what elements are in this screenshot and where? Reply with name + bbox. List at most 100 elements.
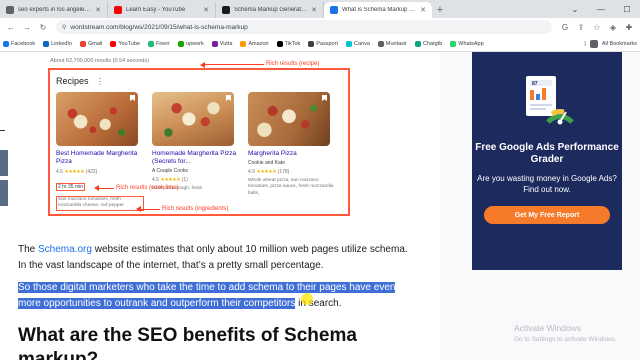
bookmark-facebook[interactable]: Facebook [3,40,36,47]
tab-learn-easy[interactable]: Learn Easy - YouTube ✕ [108,2,216,18]
fiverr-icon [147,40,154,47]
results-count: About 62,700,000 results (0.54 seconds) [50,58,150,64]
divider [0,130,5,131]
right-sidebar: 87 Free Google Ads Performance Grader Ar… [440,52,640,360]
bookmark-passport[interactable]: Passport [308,40,338,47]
bookmark-star-icon[interactable]: ☆ [590,20,604,34]
share-icon[interactable]: ⇪ [574,20,588,34]
bookmark-amazon[interactable]: Amazon [240,40,269,47]
browser-toolbar: ← → ↻ ⚲ wordstream.com/blog/ws/2021/09/1… [0,18,640,36]
tab-strip: seo experts in los angeles & tiktok ✕ Le… [0,0,640,18]
bookmark-gmail[interactable]: Gmail [79,40,103,47]
ad-subtitle: Are you wasting money in Google Ads? Fin… [477,174,617,194]
all-bookmarks[interactable]: | All Bookmarks [584,39,637,48]
schema-org-link[interactable]: Schema.org [38,244,92,255]
ad-banner[interactable]: 87 Free Google Ads Performance Grader Ar… [472,52,622,270]
bookmark-chatgtb[interactable]: Chatgtb [414,40,442,47]
recipe-card: Best Homemade Margherita Pizza 4.6 ★★★★★… [56,92,144,211]
bookmark-label: YouTube [118,40,140,47]
bookmarks-bar: Facebook LinkedIn Gmail YouTube Fiverr u… [0,36,640,52]
bookmark-upwork[interactable]: upwork [178,40,204,47]
reload-icon[interactable]: ↻ [36,20,50,34]
forward-arrow-icon[interactable]: → [20,20,34,34]
puzzle-icon[interactable]: ✚ [622,20,636,34]
wordstream-favicon-icon [330,6,338,14]
bookmark-muntasir[interactable]: Muntasir [377,40,407,47]
page-icon [377,40,384,47]
back-arrow-icon[interactable]: ← [4,20,18,34]
tab-close-icon[interactable]: ✕ [203,6,209,14]
floating-share-bar[interactable] [0,150,8,176]
svg-text:87: 87 [532,81,538,87]
google-lens-icon[interactable]: G [558,20,572,34]
rating-value: 4.6 [56,169,63,176]
bookmark-icon [130,95,135,101]
new-tab-button[interactable]: + [432,2,448,18]
cursor-highlight [301,293,313,305]
get-report-button[interactable]: Get My Free Report [484,206,610,224]
address-bar[interactable]: ⚲ wordstream.com/blog/ws/2021/09/15/what… [56,20,552,34]
window-controls: ⌄ — ☐ [562,0,640,18]
bookmark-fiverr[interactable]: Fiverr [147,40,171,47]
tab-label: Schema Markup Generator (JSON... [234,7,307,13]
tab-seo-experts[interactable]: seo experts in los angeles & tiktok ✕ [0,2,108,18]
gmail-icon [79,40,86,47]
annotation-line [140,209,160,210]
annotation-arrow [200,62,205,68]
whatsapp-icon [450,40,457,47]
web-page: About 62,700,000 results (0.54 seconds) … [0,52,640,360]
bookmark-label: Canva [353,40,370,47]
bookmark-label: Fiverr [155,40,171,47]
bookmark-label: LinkedIn [51,40,72,47]
bookmark-linkedin[interactable]: LinkedIn [43,40,72,47]
tab-search-icon[interactable]: ⌄ [562,0,588,18]
stars-icon: ★★★★★ [64,169,85,176]
bookmark-label: Facebook [11,40,36,47]
annotation-cook-time: Rich results (cook time) [116,185,179,191]
maximize-icon[interactable]: ☐ [614,0,640,18]
bookmark-label: Vutta [219,40,233,47]
tab-label: Learn Easy - YouTube [126,7,186,13]
bookmark-youtube[interactable]: YouTube [110,40,140,47]
annotation-recipe: Rich results (recipe) [266,61,320,67]
extension-icon[interactable]: ◈ [606,20,620,34]
floating-share-bar[interactable] [0,180,8,206]
tab-close-icon[interactable]: ✕ [95,6,101,14]
linkedin-icon [43,40,50,47]
annotation-line [204,64,264,65]
recipe-rating: 4.6 ★★★★★ (422) [56,169,144,175]
google-favicon-icon [6,6,14,14]
bookmark-canva[interactable]: Canva [345,40,370,47]
pizza-image [152,92,234,146]
activate-windows-watermark: Activate Windows Go to Settings to activ… [514,323,640,345]
youtube-favicon-icon [114,6,122,14]
tab-close-icon[interactable]: ✕ [311,6,317,14]
minimize-icon[interactable]: — [588,0,614,18]
section-heading: What are the SEO benefits of Schema mark… [18,325,357,360]
bookmark-label: Gmail [87,40,103,47]
bookmark-vutta[interactable]: Vutta [211,40,233,47]
bookmark-whatsapp[interactable]: WhatsApp [450,40,484,47]
review-count: (1) [181,177,188,184]
youtube-icon [110,40,117,47]
bookmark-icon [322,95,327,101]
ad-title: Free Google Ads Performance Grader [475,142,619,165]
tab-schema-generator[interactable]: Schema Markup Generator (JSON... ✕ [216,2,324,18]
bookmark-label: TikTok [284,40,301,47]
bookmark-tiktok[interactable]: TikTok [276,40,301,47]
tab-label: What is Schema Markup & 6 Exa... [342,7,416,13]
tab-close-icon[interactable]: ✕ [420,6,426,14]
recipe-title: Homemade Margherita Pizza (Secrets for..… [152,150,237,166]
cook-time: 2 hr 35 min [56,183,86,192]
site-info-icon[interactable]: ⚲ [62,24,66,31]
article-paragraph: So those digital marketers who take the … [18,280,418,312]
vutta-icon [211,40,218,47]
text-span: The [18,244,39,255]
recipes-screenshot: Recipes ⋮ Best Homemade Margherita Pizza… [48,68,350,216]
canva-icon [345,40,352,47]
watermark-title: Activate Windows [514,323,582,333]
tab-what-is-schema[interactable]: What is Schema Markup & 6 Exa... ✕ [324,2,432,18]
folder-icon [589,39,598,48]
recipe-card: Homemade Margherita Pizza (Secrets for..… [152,92,240,192]
article-paragraph: The Schema.org website estimates that on… [18,242,418,274]
